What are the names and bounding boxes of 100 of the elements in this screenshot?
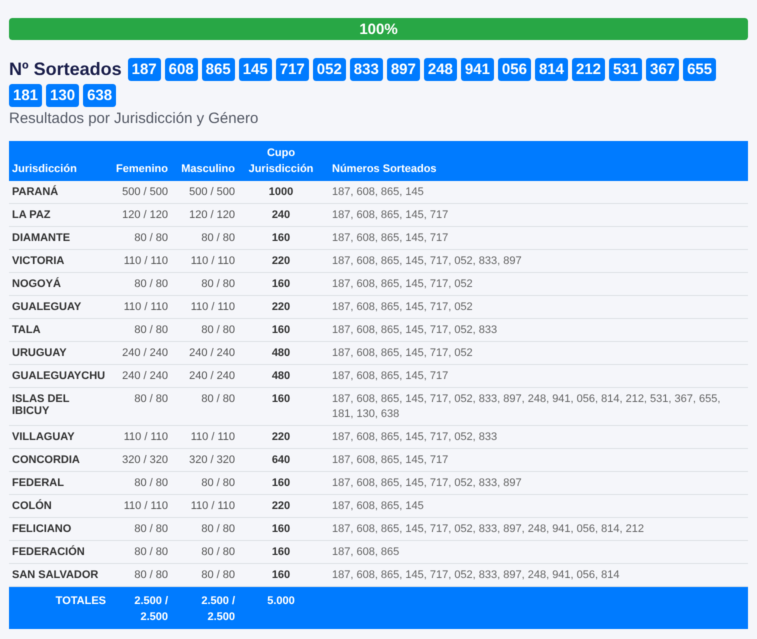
- number-badge: 056: [498, 58, 531, 81]
- table-cell: 80 / 80: [171, 518, 238, 540]
- table-cell: VICTORIA: [9, 250, 109, 272]
- table-cell: 110 / 110: [171, 296, 238, 318]
- table-cell: 80 / 80: [109, 318, 171, 342]
- table-cell: 187, 608, 865, 145, 717, 052, 833: [324, 318, 748, 342]
- number-badge: 814: [534, 58, 568, 81]
- table-cell: TALA: [9, 318, 109, 342]
- number-badge: 608: [164, 58, 198, 81]
- number-badge: 638: [83, 84, 116, 107]
- table-cell: 240 / 240: [109, 342, 171, 364]
- table-cell: 80 / 80: [171, 318, 238, 342]
- table-cell: 160: [238, 318, 324, 342]
- table-cell: 187, 608, 865, 145, 717, 052: [324, 272, 748, 296]
- number-badge: 248: [424, 58, 457, 81]
- progress-label: 100%: [359, 20, 398, 38]
- table-cell: 187, 608, 865, 145, 717, 052, 833: [324, 426, 748, 448]
- totals-cell: TOTALES: [9, 586, 109, 629]
- table-cell: LA PAZ: [9, 204, 109, 226]
- table-cell: 80 / 80: [171, 472, 238, 494]
- table-cell: GUALEGUAYCHU: [9, 364, 109, 388]
- table-cell: 187, 608, 865, 145, 717, 052: [324, 342, 748, 364]
- table-cell: 80 / 80: [171, 272, 238, 296]
- table-cell: 80 / 80: [171, 388, 238, 426]
- totals-cell: 2.500 / 2.500: [171, 586, 238, 629]
- number-badge: 187: [128, 58, 161, 81]
- number-badge: 897: [386, 58, 420, 81]
- table-cell: 240 / 240: [171, 364, 238, 388]
- column-header: Números Sorteados: [324, 141, 748, 181]
- heading: Nº Sorteados: [9, 59, 122, 80]
- number-badge: 181: [9, 84, 42, 107]
- table-cell: 110 / 110: [171, 250, 238, 272]
- column-header: Masculino: [171, 141, 238, 181]
- column-header: Femenino: [109, 141, 171, 181]
- table-cell: 240 / 240: [171, 342, 238, 364]
- table-cell: 80 / 80: [171, 540, 238, 564]
- number-badge: 130: [46, 84, 80, 107]
- table-cell: FEDERAL: [9, 472, 109, 494]
- table-cell: 120 / 120: [109, 204, 171, 226]
- subtitle: Resultados por Jurisdicción y Género: [9, 110, 260, 127]
- table-cell: 80 / 80: [109, 272, 171, 296]
- number-badge: 531: [609, 58, 642, 81]
- table-cell: 187, 608, 865, 145, 717: [324, 226, 748, 250]
- number-badge: 941: [460, 58, 494, 81]
- table-cell: 240: [238, 204, 324, 226]
- table-cell: FEDERACIÓN: [9, 540, 109, 564]
- table-cell: VILLAGUAY: [9, 426, 109, 448]
- table-cell: 187, 608, 865, 145, 717: [324, 204, 748, 226]
- table-cell: 110 / 110: [171, 426, 238, 448]
- number-badge: 212: [572, 58, 606, 81]
- table-cell: 187, 608, 865, 145, 717, 052, 833, 897: [324, 472, 748, 494]
- table-cell: GUALEGUAY: [9, 296, 109, 318]
- table-cell: 187, 608, 865, 145: [324, 181, 748, 204]
- table-cell: 320 / 320: [109, 448, 171, 472]
- table-cell: 220: [238, 426, 324, 448]
- table-cell: NOGOYÁ: [9, 272, 109, 296]
- table-cell: 220: [238, 494, 324, 518]
- table-cell: 160: [238, 518, 324, 540]
- table-cell: 110 / 110: [109, 494, 171, 518]
- table-cell: 220: [238, 296, 324, 318]
- table-cell: 187, 608, 865, 145, 717, 052, 833, 897, 248, 941, 056, 814, 212, 531, 367, 655, 181, 130, 638: [324, 388, 748, 426]
- table-cell: 480: [238, 342, 324, 364]
- table-cell: 220: [238, 250, 324, 272]
- table-cell: 110 / 110: [109, 250, 171, 272]
- table-cell: 160: [238, 472, 324, 494]
- number-badge: 052: [312, 58, 346, 81]
- column-header: Cupo Jurisdicción: [238, 141, 324, 181]
- table-cell: 160: [238, 272, 324, 296]
- table-cell: FELICIANO: [9, 518, 109, 540]
- column-header: Jurisdicción: [9, 141, 109, 181]
- table-cell: 480: [238, 364, 324, 388]
- table-cell: 80 / 80: [109, 472, 171, 494]
- table-cell: CONCORDIA: [9, 448, 109, 472]
- table-cell: 80 / 80: [109, 518, 171, 540]
- table-cell: 160: [238, 388, 324, 426]
- number-badge: 367: [646, 58, 680, 81]
- table-cell: 80 / 80: [109, 226, 171, 250]
- table-cell: 80 / 80: [109, 388, 171, 426]
- totals-cell: 2.500 / 2.500: [109, 586, 171, 629]
- table-cell: 640: [238, 448, 324, 472]
- table-cell: 187, 608, 865, 145, 717, 052: [324, 296, 748, 318]
- table-cell: 500 / 500: [109, 181, 171, 204]
- table-cell: 110 / 110: [109, 296, 171, 318]
- table-cell: 80 / 80: [109, 540, 171, 564]
- table-cell: 500 / 500: [171, 181, 238, 204]
- number-badge: 717: [276, 58, 309, 81]
- table-cell: 187, 608, 865: [324, 540, 748, 564]
- number-badge: 865: [202, 58, 235, 81]
- table-cell: 120 / 120: [171, 204, 238, 226]
- table-cell: 1000: [238, 181, 324, 204]
- table-cell: 160: [238, 226, 324, 250]
- totals-cell: 5.000: [238, 586, 324, 629]
- table-cell: 240 / 240: [109, 364, 171, 388]
- table-cell: 110 / 110: [171, 494, 238, 518]
- table-cell: URUGUAY: [9, 342, 109, 364]
- table-cell: 160: [238, 540, 324, 564]
- table-cell: 187, 608, 865, 145, 717: [324, 364, 748, 388]
- table-cell: ISLAS DEL IBICUY: [9, 388, 109, 426]
- table-cell: PARANÁ: [9, 181, 109, 204]
- table-cell: 110 / 110: [109, 426, 171, 448]
